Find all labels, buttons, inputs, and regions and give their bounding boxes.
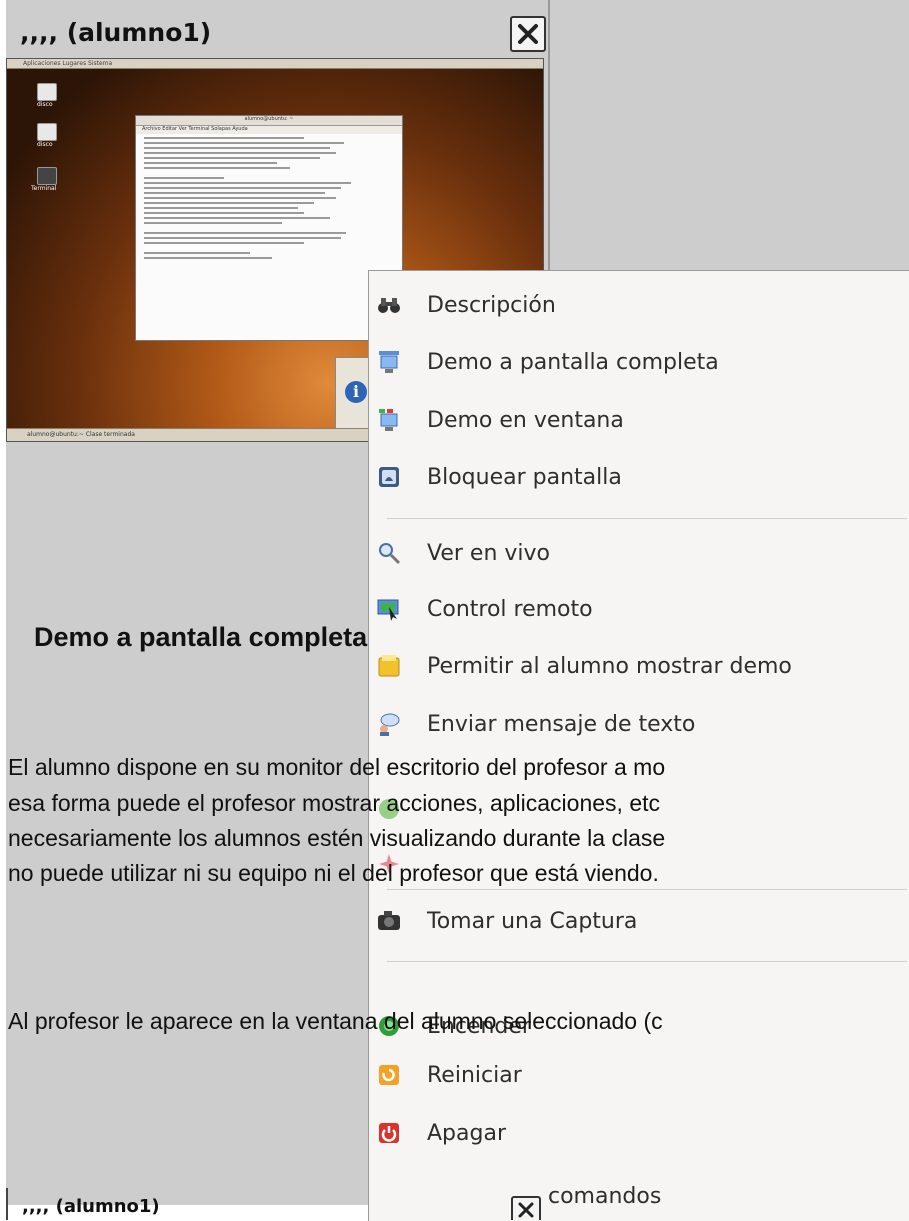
lock-screen-icon [377, 465, 401, 489]
chat-bubble-icon [377, 712, 401, 736]
desktop-icon-label: disco [37, 141, 53, 148]
menu-item-label: Tomar una Captura [427, 908, 638, 934]
paragraph-line: no puede utilizar ni su equipo ni el del… [8, 860, 659, 886]
menu-item-enviar-mensaje[interactable]: Enviar mensaje de texto [369, 704, 909, 744]
menu-item-label: Descripción [427, 292, 556, 318]
info-icon: i [345, 381, 367, 403]
power-off-icon [377, 1121, 401, 1145]
menu-item-label: Ver en vivo [427, 540, 550, 566]
terminal-icon [37, 167, 57, 185]
menu-item-label: Bloquear pantalla [427, 464, 622, 490]
menu-item-permitir-demo[interactable]: Permitir al alumno mostrar demo [369, 646, 909, 686]
bottom-window-title: ,,,, (alumno1) [22, 1196, 160, 1217]
menu-item-ver-en-vivo[interactable]: Ver en vivo [369, 533, 909, 573]
menu-item-demo-pantalla-completa[interactable]: Demo a pantalla completa [369, 342, 909, 382]
paragraph-line: esa forma puede el profesor mostrar acci… [8, 790, 660, 816]
drive-icon [37, 83, 57, 101]
section-heading: Demo a pantalla completa [34, 622, 368, 652]
menu-item-label: Demo a pantalla completa [427, 349, 719, 375]
desktop-icon-label: disco [37, 101, 53, 108]
menu-item-label: Enviar mensaje de texto [427, 711, 696, 737]
menu-separator [387, 889, 907, 890]
remote-control-icon [377, 597, 401, 621]
menu-item-bloquear-pantalla[interactable]: Bloquear pantalla [369, 457, 909, 497]
paragraph-line: necesariamente los alumnos estén visuali… [8, 825, 666, 851]
desktop-icon-label: Terminal [31, 185, 57, 192]
camera-icon [377, 909, 401, 933]
close-x-icon [518, 24, 538, 44]
menu-item-descripcion[interactable]: Descripción [369, 285, 909, 325]
thumbnail-top-panel: Aplicaciones Lugares Sistema [7, 59, 543, 69]
menu-item-tomar-captura[interactable]: Tomar una Captura [369, 901, 909, 941]
binoculars-icon [377, 293, 401, 317]
menu-item-reiniciar[interactable]: Reiniciar [369, 1055, 909, 1095]
drive-icon [37, 123, 57, 141]
menu-item-label: Demo en ventana [427, 407, 624, 433]
menu-separator [387, 518, 907, 519]
menu-item-demo-en-ventana[interactable]: Demo en ventana [369, 400, 909, 440]
bottom-close-button[interactable] [511, 1196, 541, 1220]
divider-line [548, 0, 550, 270]
menu-separator [387, 961, 907, 962]
menu-item-label: Permitir al alumno mostrar demo [427, 653, 792, 679]
monitor-fullscreen-icon [377, 350, 401, 374]
menu-item-control-remoto[interactable]: Control remoto [369, 589, 909, 629]
terminal-title: alumno@ubuntu: ~ [136, 116, 402, 126]
menu-item-label: Reiniciar [427, 1062, 522, 1088]
window-edge [6, 1188, 8, 1220]
close-x-icon [518, 1202, 534, 1218]
paragraph-line: Al profesor le aparece en la ventana del… [8, 1008, 663, 1034]
restart-icon [377, 1063, 401, 1087]
student-demo-icon [377, 654, 401, 678]
close-button[interactable] [510, 16, 546, 52]
context-menu: Descripción Demo a pantalla completa Dem… [368, 270, 909, 1221]
menu-item-label: Apagar [427, 1120, 506, 1146]
window-title: ,,,, (alumno1) [20, 18, 212, 47]
terminal-window: alumno@ubuntu: ~ Archivo Editar Ver Term… [135, 115, 403, 341]
menu-item-apagar[interactable]: Apagar [369, 1113, 909, 1153]
terminal-menu: Archivo Editar Ver Terminal Solapas Ayud… [136, 126, 402, 134]
magnifier-icon [377, 541, 401, 565]
menu-item-ejecutar-comandos-partial[interactable]: comandos [548, 1184, 661, 1209]
monitor-window-icon [377, 408, 401, 432]
paragraph-line: El alumno dispone en su monitor del escr… [8, 754, 666, 780]
menu-item-label: Control remoto [427, 596, 593, 622]
